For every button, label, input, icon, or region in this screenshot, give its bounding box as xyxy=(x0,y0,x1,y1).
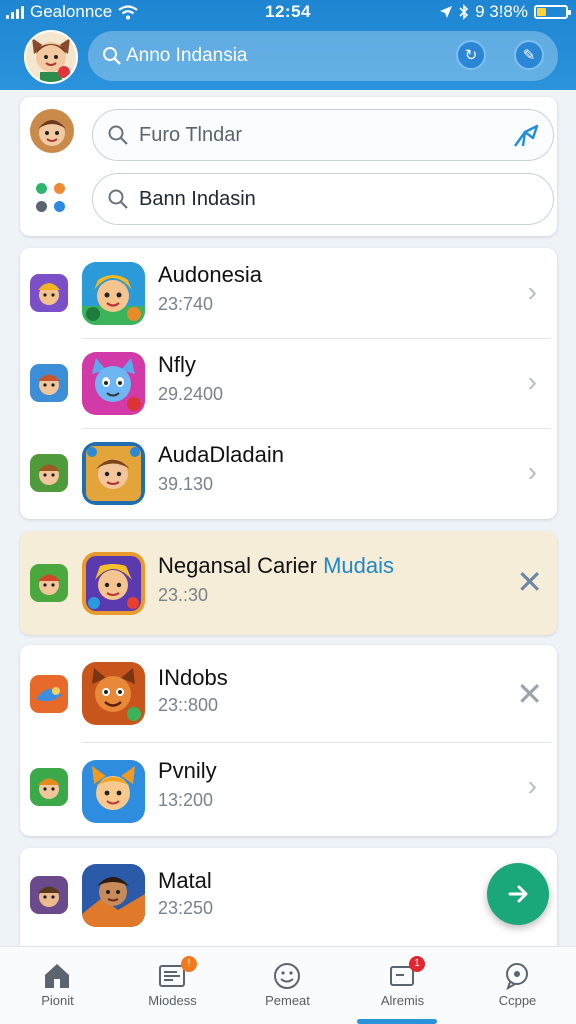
user-avatar[interactable] xyxy=(30,109,74,153)
close-icon[interactable]: ✕ xyxy=(516,563,543,601)
item-subtitle: 23.:30 xyxy=(158,585,209,605)
pin-icon[interactable] xyxy=(511,122,541,157)
nav-tab-messages[interactable]: ! Miodess xyxy=(115,947,230,1024)
nav-label: Pionit xyxy=(41,993,74,1008)
forward-fab-button[interactable] xyxy=(487,863,549,925)
item-title: INdobs xyxy=(158,665,228,690)
chevron-right-icon: › xyxy=(527,276,537,307)
item-subtitle: 39.130 xyxy=(158,474,214,494)
item-title: Negansal Carier Mudais xyxy=(158,553,394,579)
app-icon xyxy=(82,552,145,615)
compose-button[interactable]: ✎ xyxy=(514,40,544,70)
item-title: AudaDladain xyxy=(158,442,284,467)
item-subtitle: 23:740 xyxy=(158,294,214,314)
search-field-secondary-text: Bann Indasin xyxy=(139,187,256,210)
home-icon xyxy=(45,964,69,988)
nav-tab-moment[interactable]: Pemeat xyxy=(230,947,345,1024)
highlighted-item[interactable]: Negansal Carier Mudais 23.:30 ✕ xyxy=(20,531,557,635)
status-bar: Gealonnce 12:54 9 3!8% xyxy=(0,0,576,24)
nav-tab-alerts[interactable]: 1 Alremis xyxy=(345,947,460,1024)
search-field-primary-text: Furo Tlndar xyxy=(139,123,243,146)
app-list-card-2: INdobs 23::800 ✕ Pvnily 13:200 › xyxy=(20,645,557,836)
list-item[interactable]: Nfly 29.2400 › xyxy=(20,338,557,428)
nav-tab-home[interactable]: Pionit xyxy=(0,947,115,1024)
bottom-nav: Pionit ! Miodess Pemeat 1 Alremis Ccppe xyxy=(0,946,576,1024)
small-app-icon xyxy=(30,675,68,713)
search-field-secondary[interactable]: Bann Indasin xyxy=(92,173,554,225)
nav-label: Pemeat xyxy=(265,993,310,1008)
refresh-icon: ↻ xyxy=(464,47,478,64)
item-subtitle: 13:200 xyxy=(158,790,214,810)
item-title: Matal xyxy=(158,868,212,893)
nav-tab-chat[interactable]: Ccppe xyxy=(460,947,575,1024)
chat-icon xyxy=(506,963,528,991)
nav-label: Ccppe xyxy=(498,993,537,1008)
apps-grid-icon[interactable] xyxy=(36,183,68,215)
item-subtitle: 23:250 xyxy=(158,898,214,918)
item-subtitle: 23::800 xyxy=(158,695,219,715)
search-icon xyxy=(108,125,128,145)
highlighted-card: Negansal Carier Mudais 23.:30 ✕ xyxy=(20,531,557,635)
bluetooth-icon xyxy=(459,4,469,20)
chevron-right-icon: › xyxy=(527,456,537,487)
list-item[interactable]: Pvnily 13:200 › xyxy=(20,742,557,836)
nav-label: Miodess xyxy=(148,993,197,1008)
search-icon xyxy=(108,189,128,209)
item-title-accent: Mudais xyxy=(323,553,395,578)
app-icon xyxy=(82,442,145,505)
close-icon[interactable]: ✕ xyxy=(516,675,543,713)
location-icon xyxy=(440,6,453,18)
notification-badge: 1 xyxy=(409,956,425,972)
list-item[interactable]: AudaDladain 39.130 › xyxy=(20,428,557,518)
app-icon xyxy=(82,864,145,927)
small-app-icon xyxy=(30,876,68,914)
list-item[interactable]: Audonesia 23:740 › xyxy=(20,248,557,338)
smile-icon xyxy=(274,963,300,989)
search-field-primary[interactable]: Furo Tlndar xyxy=(92,109,554,161)
notification-badge: ! xyxy=(181,956,197,972)
battery-percent: 9 3!8% xyxy=(475,2,528,21)
app-icon xyxy=(82,352,145,415)
app-icon xyxy=(82,662,145,725)
pencil-icon: ✎ xyxy=(522,47,536,64)
list-item[interactable]: INdobs 23::800 ✕ xyxy=(20,645,557,742)
item-subtitle: 29.2400 xyxy=(158,384,224,404)
small-app-icon xyxy=(30,564,68,602)
item-title: Nfly xyxy=(158,352,196,377)
small-app-icon xyxy=(30,454,68,492)
search-icon xyxy=(103,47,121,65)
arrow-right-icon xyxy=(508,885,528,903)
app-header: Gealonnce 12:54 9 3!8% Anno Indansia ↻ ✎ xyxy=(0,0,576,90)
chevron-right-icon: › xyxy=(527,366,537,397)
app-icon xyxy=(82,760,145,823)
small-app-icon xyxy=(30,364,68,402)
item-title: Pvnily xyxy=(158,758,217,783)
search-card: Furo Tlndar Bann Indasin xyxy=(20,97,557,236)
header-search-text: Anno Indansia xyxy=(126,45,248,66)
home-indicator xyxy=(357,1019,437,1024)
item-title: Audonesia xyxy=(158,262,262,287)
app-list-card-1: Audonesia 23:740 › Nfly 29.2400 › AudaDl… xyxy=(20,248,557,519)
header-search-bar[interactable]: Anno Indansia xyxy=(88,31,558,81)
small-app-icon xyxy=(30,274,68,312)
battery-icon xyxy=(534,5,571,19)
refresh-button[interactable]: ↻ xyxy=(456,40,486,70)
small-app-icon xyxy=(30,768,68,806)
app-list-card-3: Matal 23:250 xyxy=(20,848,557,958)
nav-label: Alremis xyxy=(380,993,425,1008)
profile-avatar[interactable] xyxy=(24,30,78,84)
chevron-right-icon: › xyxy=(527,770,537,801)
item-title-main: Negansal Carier xyxy=(158,553,317,578)
status-right: 9 3!8% xyxy=(439,2,571,22)
app-icon xyxy=(82,262,145,325)
list-item[interactable]: Matal 23:250 xyxy=(20,848,557,938)
